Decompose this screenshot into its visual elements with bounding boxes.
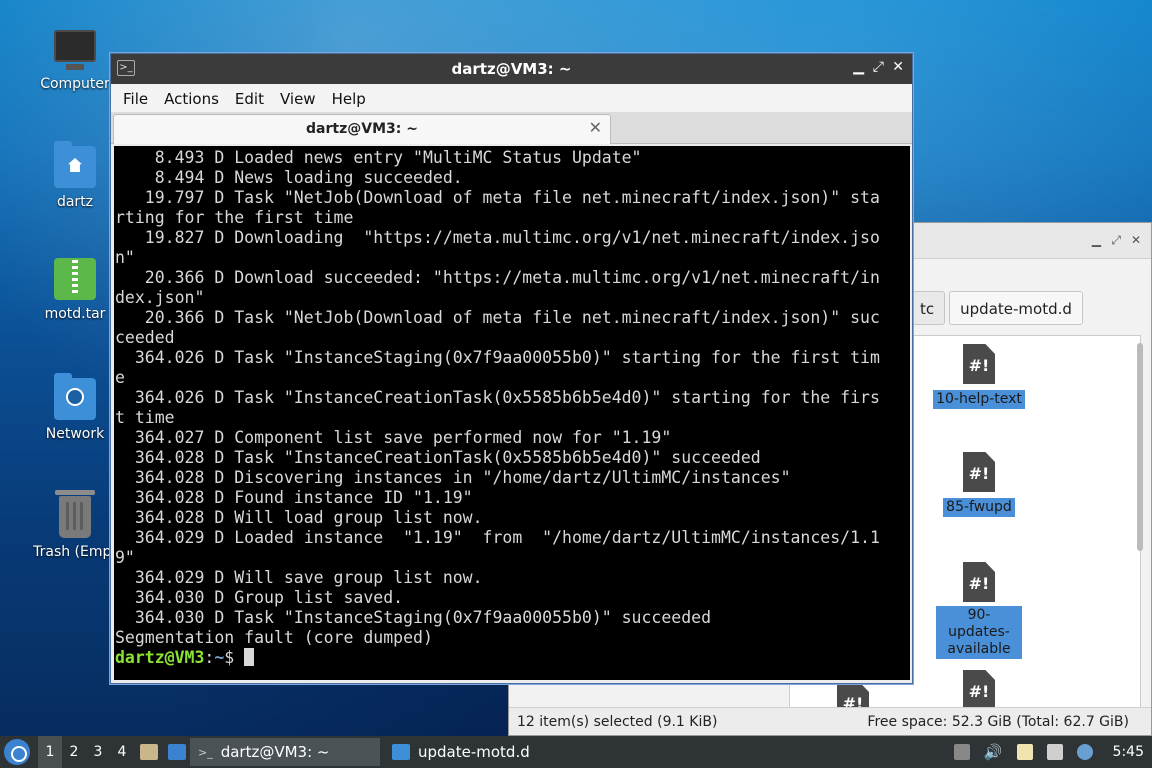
menu-bar: File Actions Edit View Help: [111, 84, 912, 112]
file-name: 10-help-text: [933, 390, 1025, 409]
output-line: 364.028 D Will load group list now.: [115, 508, 483, 527]
network-folder-icon: [54, 373, 96, 420]
output-line: 364.029 D Will save group list now.: [115, 568, 483, 587]
tab-bar: dartz@VM3: ~ ✕: [111, 112, 912, 144]
taskbar-window-label: update-motd.d: [418, 743, 530, 761]
menu-actions[interactable]: Actions: [156, 84, 227, 112]
show-desktop-icon[interactable]: [168, 744, 186, 760]
prompt-separator: :: [204, 648, 215, 667]
file-manager-launcher-icon[interactable]: [140, 744, 158, 760]
update-notifier-icon[interactable]: [1076, 744, 1093, 760]
home-folder-icon: [54, 141, 96, 188]
menu-edit[interactable]: Edit: [227, 84, 272, 112]
output-line: 364.028 D Task "InstanceCreationTask(0x5…: [115, 448, 761, 467]
selection-status: 12 item(s) selected (9.1 KiB): [517, 714, 718, 730]
output-line: e: [115, 368, 125, 387]
output-line: rting for the first time: [115, 208, 354, 227]
tab-label: dartz@VM3: ~: [306, 121, 418, 137]
computer-icon: [54, 30, 96, 70]
close-icon[interactable]: ✕: [892, 59, 904, 75]
menu-help[interactable]: Help: [324, 84, 374, 112]
workspace-4[interactable]: 4: [110, 736, 134, 768]
folder-icon: [392, 744, 410, 760]
output-line: Segmentation fault (core dumped): [115, 628, 433, 647]
file-item[interactable]: #! 90-updates-available: [924, 562, 1034, 659]
output-line: 20.366 D Task "NetJob(Download of meta f…: [115, 308, 880, 327]
script-file-icon: #!: [963, 344, 995, 384]
clipboard-icon[interactable]: [1016, 744, 1033, 760]
output-line: 20.366 D Download succeeded: "https://me…: [115, 268, 880, 287]
output-line: 9": [115, 548, 135, 567]
close-icon[interactable]: ✕: [1131, 233, 1141, 247]
storage-icon[interactable]: [953, 744, 970, 760]
output-line: ceeded: [115, 328, 175, 347]
workspace-1[interactable]: 1: [38, 736, 62, 768]
maximize-icon[interactable]: ⤢: [873, 59, 884, 75]
path-crumb-etc[interactable]: tc: [909, 291, 946, 325]
taskbar-window-file-manager[interactable]: update-motd.d: [384, 738, 574, 766]
output-line: 8.494 D News loading succeeded.: [115, 168, 463, 187]
output-line: dex.json": [115, 288, 205, 307]
menu-view[interactable]: View: [272, 84, 324, 112]
terminal-titlebar[interactable]: >_ dartz@VM3: ~ ▁ ⤢ ✕: [111, 54, 912, 84]
output-line: 19.827 D Downloading "https://meta.multi…: [115, 228, 880, 247]
file-name: 90-updates-available: [936, 606, 1022, 659]
output-line: 364.027 D Component list save performed …: [115, 428, 672, 447]
prompt-symbol: $: [224, 648, 245, 667]
terminal-icon: >_: [198, 745, 213, 759]
network-icon[interactable]: [1046, 744, 1063, 760]
output-line: 364.026 D Task "InstanceStaging(0x7f9aa0…: [115, 348, 880, 367]
terminal-output[interactable]: 8.493 D Loaded news entry "MultiMC Statu…: [114, 146, 910, 680]
shell-prompt[interactable]: dartz@VM3:~$: [115, 648, 910, 668]
tab-close-icon[interactable]: ✕: [589, 118, 602, 137]
scrollbar[interactable]: [1137, 343, 1143, 551]
taskbar-window-label: dartz@VM3: ~: [220, 743, 330, 761]
minimize-icon[interactable]: ▁: [1092, 233, 1101, 247]
clock[interactable]: 5:45: [1113, 744, 1144, 760]
output-line: 364.028 D Found instance ID "1.19": [115, 488, 473, 507]
tab-terminal[interactable]: dartz@VM3: ~ ✕: [113, 114, 611, 144]
text-cursor: [244, 648, 255, 666]
file-item[interactable]: #!: [924, 670, 1034, 710]
workspace-3[interactable]: 3: [86, 736, 110, 768]
system-tray: 🔊 5:45: [953, 743, 1152, 761]
maximize-icon[interactable]: ⤢: [1111, 233, 1121, 248]
trash-icon: [55, 490, 95, 538]
file-item[interactable]: #! 10-help-text: [924, 344, 1034, 409]
taskbar: 1 2 3 4 >_ dartz@VM3: ~ update-motd.d 🔊 …: [0, 736, 1152, 768]
output-line: t time: [115, 408, 175, 427]
taskbar-window-terminal[interactable]: >_ dartz@VM3: ~: [190, 738, 380, 766]
terminal-window[interactable]: >_ dartz@VM3: ~ ▁ ⤢ ✕ File Actions Edit …: [110, 53, 913, 684]
window-title: dartz@VM3: ~: [451, 60, 572, 78]
script-file-icon: #!: [963, 452, 995, 492]
output-line: 364.029 D Loaded instance "1.19" from "/…: [115, 528, 880, 547]
free-space-status: Free space: 52.3 GiB (Total: 62.7 GiB): [867, 714, 1129, 730]
file-name: 85-fwupd: [943, 498, 1015, 517]
output-line: n": [115, 248, 135, 267]
prompt-path: ~: [214, 648, 225, 667]
output-line: 19.797 D Task "NetJob(Download of meta f…: [115, 188, 880, 207]
status-bar: 12 item(s) selected (9.1 KiB) Free space…: [509, 707, 1151, 735]
output-line: 364.030 D Task "InstanceStaging(0x7f9aa0…: [115, 608, 712, 627]
prompt-user: dartz@VM3: [115, 648, 205, 667]
archive-icon: [54, 258, 96, 300]
path-crumb-update-motd[interactable]: update-motd.d: [949, 291, 1083, 325]
output-line: 364.030 D Group list saved.: [115, 588, 404, 607]
script-file-icon: #!: [963, 562, 995, 602]
script-file-icon: #!: [963, 670, 995, 710]
workspace-2[interactable]: 2: [62, 736, 86, 768]
output-line: 364.026 D Task "InstanceCreationTask(0x5…: [115, 388, 880, 407]
file-item[interactable]: #! 85-fwupd: [924, 452, 1034, 517]
output-line: 8.493 D Loaded news entry "MultiMC Statu…: [115, 148, 642, 167]
volume-icon[interactable]: 🔊: [984, 743, 1003, 761]
path-bar: tc update-motd.d: [909, 291, 1083, 325]
menu-file[interactable]: File: [115, 84, 156, 112]
start-menu-icon[interactable]: [4, 739, 30, 765]
output-line: 364.028 D Discovering instances in "/hom…: [115, 468, 791, 487]
minimize-icon[interactable]: ▁: [853, 59, 864, 75]
